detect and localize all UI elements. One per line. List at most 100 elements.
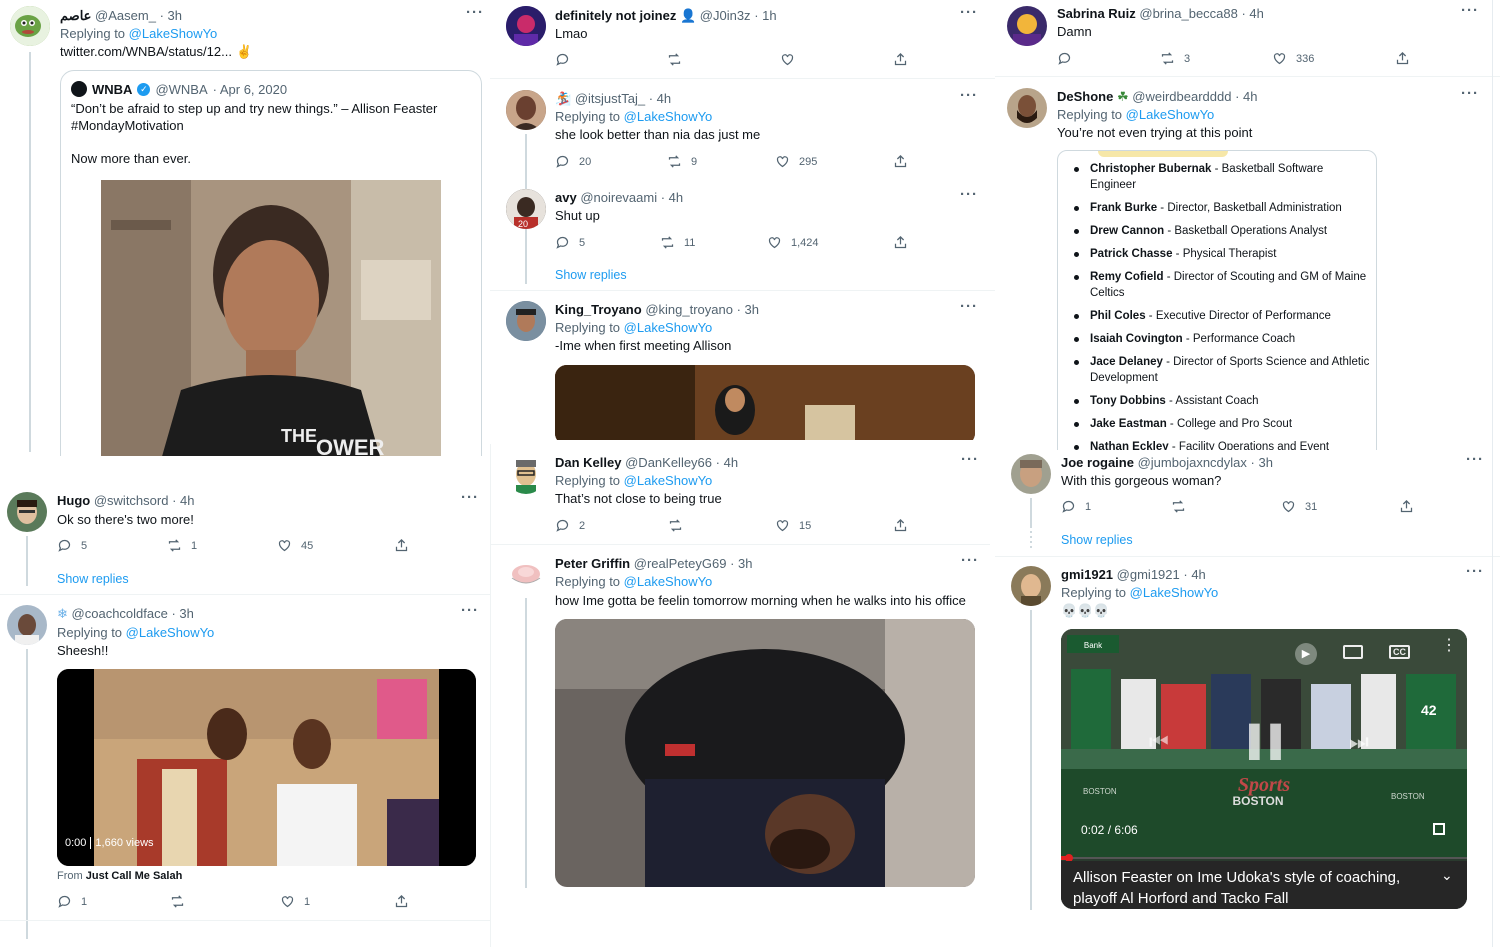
- retweet-button[interactable]: 9: [667, 154, 697, 169]
- captions-icon[interactable]: CC: [1389, 645, 1410, 659]
- more-icon[interactable]: ···: [1461, 85, 1479, 102]
- display-name[interactable]: DeShone: [1057, 89, 1113, 104]
- timestamp[interactable]: · 3h: [1251, 455, 1273, 470]
- retweet-button[interactable]: 1: [167, 538, 197, 553]
- more-icon[interactable]: ···: [961, 451, 979, 468]
- avatar[interactable]: [506, 6, 546, 46]
- retweet-button[interactable]: 11: [660, 235, 695, 250]
- user-handle[interactable]: @weirdbeardddd: [1132, 89, 1231, 104]
- avatar[interactable]: [10, 6, 50, 46]
- retweet-button[interactable]: [668, 518, 683, 533]
- avatar[interactable]: [506, 90, 546, 130]
- quoted-tweet-card[interactable]: WNBA ✓ @WNBA · Apr 6, 2020 “Don’t be afr…: [60, 70, 482, 456]
- replying-to-handle[interactable]: @LakeShowYo: [1130, 585, 1219, 600]
- reply-button[interactable]: [1057, 51, 1072, 66]
- replying-to-handle[interactable]: @LakeShowYo: [624, 574, 713, 589]
- more-icon[interactable]: ···: [461, 602, 479, 619]
- video-more-icon[interactable]: ⋮: [1441, 638, 1457, 654]
- timestamp[interactable]: · 1h: [754, 8, 776, 23]
- more-icon[interactable]: ···: [961, 552, 979, 569]
- user-handle[interactable]: @J0in3z: [700, 8, 751, 23]
- share-button[interactable]: [1399, 499, 1414, 514]
- reply-button[interactable]: 5: [555, 235, 585, 250]
- user-handle[interactable]: @king_troyano: [645, 302, 733, 317]
- display-name[interactable]: King_Troyano: [555, 302, 642, 317]
- gif-media[interactable]: [555, 619, 975, 887]
- replying-to-handle[interactable]: @LakeShowYo: [624, 320, 713, 335]
- from-name[interactable]: Just Call Me Salah: [86, 870, 183, 882]
- user-handle[interactable]: @switchsord: [94, 493, 169, 508]
- quoted-photo[interactable]: THE OWER: [101, 180, 441, 456]
- replying-to-handle[interactable]: @LakeShowYo: [129, 26, 218, 41]
- reply-button[interactable]: 1: [57, 894, 87, 909]
- more-icon[interactable]: ···: [1461, 2, 1479, 19]
- replying-to-handle[interactable]: @LakeShowYo: [624, 109, 713, 124]
- avatar[interactable]: [506, 301, 546, 341]
- video-player[interactable]: 0:00 1,660 views: [57, 669, 476, 866]
- like-button[interactable]: 31: [1281, 499, 1317, 514]
- reply-button[interactable]: 20: [555, 154, 591, 169]
- share-button[interactable]: [893, 235, 908, 250]
- previous-icon[interactable]: ⏮: [1149, 729, 1169, 755]
- video-player[interactable]: 42 Sports BOSTON BOSTON BOSTON Bank ▶ CC…: [1061, 629, 1467, 909]
- more-icon[interactable]: ···: [960, 4, 978, 21]
- timestamp[interactable]: · 4h: [649, 91, 671, 106]
- pause-icon[interactable]: ▌▌: [1249, 725, 1292, 759]
- user-handle[interactable]: @noirevaami: [580, 190, 657, 205]
- more-icon[interactable]: ···: [1466, 451, 1484, 468]
- display-name[interactable]: Joe rogaine: [1061, 455, 1134, 470]
- like-button[interactable]: 1: [280, 894, 310, 909]
- chevron-down-icon[interactable]: ⌄: [1441, 867, 1453, 884]
- display-name[interactable]: Sabrina Ruiz: [1057, 6, 1136, 21]
- avatar[interactable]: [1007, 6, 1047, 46]
- show-replies-link[interactable]: Show replies: [57, 572, 129, 586]
- more-icon[interactable]: ···: [960, 186, 978, 203]
- like-button[interactable]: 15: [775, 518, 811, 533]
- display-name[interactable]: Dan Kelley: [555, 455, 621, 470]
- timestamp[interactable]: · 3h: [737, 302, 759, 317]
- timestamp[interactable]: · 4h: [1235, 89, 1257, 104]
- replying-to-handle[interactable]: @LakeShowYo: [1126, 107, 1215, 122]
- like-button[interactable]: 295: [775, 154, 817, 169]
- play-icon[interactable]: ▶: [1295, 643, 1317, 665]
- timestamp[interactable]: · 4h: [1183, 567, 1205, 582]
- fullscreen-icon[interactable]: [1433, 823, 1445, 835]
- retweet-button[interactable]: [1171, 499, 1186, 514]
- display-name[interactable]: Hugo: [57, 493, 90, 508]
- like-button[interactable]: 1,424: [767, 235, 819, 250]
- tweet-link-text[interactable]: twitter.com/WNBA/status/12...: [60, 44, 232, 59]
- user-handle[interactable]: @brina_becca88: [1139, 6, 1237, 21]
- avatar[interactable]: [1011, 566, 1051, 606]
- display-name[interactable]: definitely not joinez: [555, 8, 676, 23]
- like-button[interactable]: [780, 52, 795, 67]
- share-button[interactable]: [893, 154, 908, 169]
- timestamp[interactable]: · 4h: [1241, 6, 1263, 21]
- retweet-button[interactable]: [667, 52, 682, 67]
- avatar[interactable]: [1007, 88, 1047, 128]
- retweet-button[interactable]: [170, 894, 185, 909]
- timestamp[interactable]: · 3h: [160, 8, 182, 23]
- next-icon[interactable]: ⏭: [1349, 729, 1369, 755]
- reply-button[interactable]: 5: [57, 538, 87, 553]
- staff-list-image[interactable]: Christopher Bubernak - Basketball Softwa…: [1057, 150, 1377, 452]
- display-name[interactable]: عاصم: [60, 8, 91, 23]
- reply-button[interactable]: [555, 52, 570, 67]
- reply-button[interactable]: 1: [1061, 499, 1091, 514]
- like-button[interactable]: 45: [277, 538, 313, 553]
- share-button[interactable]: [893, 52, 908, 67]
- more-icon[interactable]: ···: [1466, 563, 1484, 580]
- tweet-link[interactable]: twitter.com/WNBA/status/12... ✌: [60, 44, 252, 60]
- timestamp[interactable]: · 4h: [172, 493, 194, 508]
- replying-to-handle[interactable]: @LakeShowYo: [624, 473, 713, 488]
- replying-to-handle[interactable]: @LakeShowYo: [126, 625, 215, 640]
- avatar[interactable]: [7, 492, 47, 532]
- reply-button[interactable]: 2: [555, 518, 585, 533]
- user-handle[interactable]: @gmi1921: [1117, 567, 1180, 582]
- more-icon[interactable]: ···: [960, 87, 978, 104]
- share-button[interactable]: [893, 518, 908, 533]
- more-icon[interactable]: ···: [960, 298, 978, 315]
- share-button[interactable]: [1395, 51, 1410, 66]
- timestamp[interactable]: · 3h: [171, 606, 193, 621]
- display-name[interactable]: Peter Griffin: [555, 556, 630, 571]
- user-handle[interactable]: @realPeteyG69: [634, 556, 727, 571]
